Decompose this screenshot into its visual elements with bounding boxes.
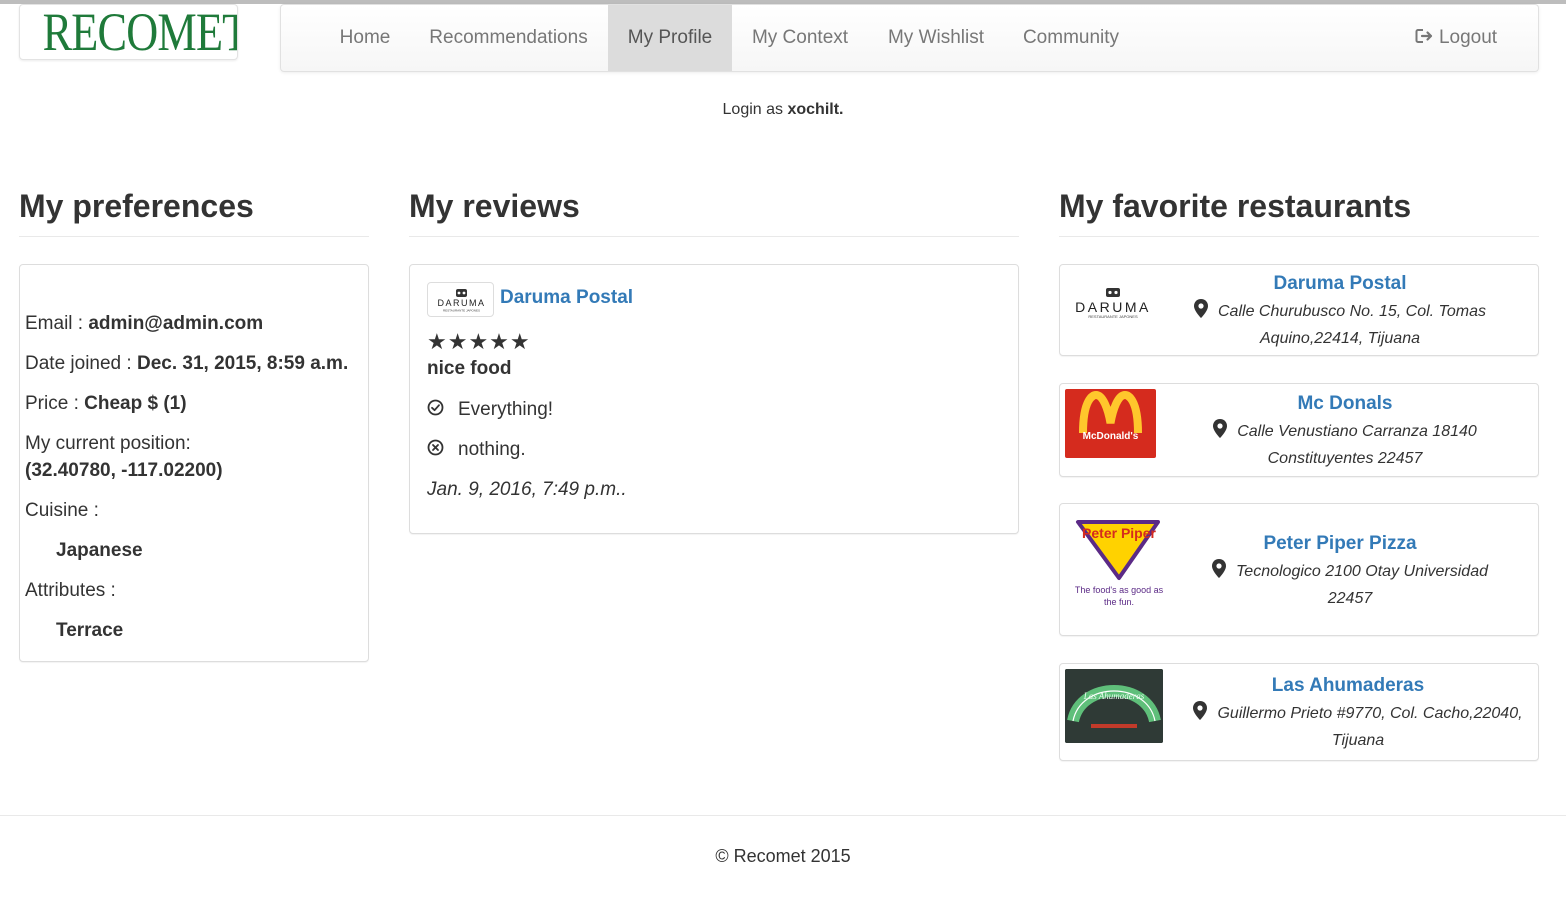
login-username: xochilt.: [787, 101, 844, 118]
main-navbar: Home Recommendations My Profile My Conte…: [280, 4, 1539, 72]
daruma-logo-word: DARUMA: [1075, 299, 1151, 315]
pref-position-label: My current position:: [25, 433, 191, 454]
map-marker-icon: [1213, 419, 1228, 439]
footer-divider: [0, 815, 1566, 816]
las-ahumaderas-icon: Las Ahumaderas: [1065, 669, 1163, 743]
logout-button[interactable]: Logout: [1396, 5, 1516, 71]
daruma-logo-sub: RESTAURANTE JAPONES: [1088, 314, 1138, 319]
preferences-title: My preferences: [19, 188, 369, 237]
pref-email-value: admin@admin.com: [88, 313, 264, 334]
daruma-logo[interactable]: DARUMA RESTAURANTE JAPONES: [1066, 283, 1161, 323]
nav-my-context[interactable]: My Context: [732, 5, 868, 71]
daruma-logo-thumb[interactable]: DARUMA RESTAURANTE JAPONES: [427, 282, 494, 317]
favorite-address: Guillermo Prieto #9770, Col. Cacho,22040…: [1188, 700, 1528, 754]
logout-icon: [1415, 28, 1433, 43]
favorite-address: Calle Churubusco No. 15, Col. Tomas Aqui…: [1190, 298, 1490, 352]
nav-my-profile[interactable]: My Profile: [608, 5, 732, 71]
favorite-address-text: Guillermo Prieto #9770, Col. Cacho,22040…: [1217, 705, 1523, 749]
favorite-name-mcdonals[interactable]: Mc Donals: [1185, 393, 1505, 415]
pref-joined-value: Dec. 31, 2015, 8:59 a.m.: [136, 353, 349, 374]
pref-cuisine-label: Cuisine :: [25, 500, 99, 521]
favorite-name-daruma[interactable]: Daruma Postal: [1180, 273, 1500, 295]
review-card: DARUMA RESTAURANTE JAPONES Daruma Postal…: [409, 264, 1019, 534]
x-circle-icon: [427, 440, 444, 456]
favorites-title: My favorite restaurants: [1059, 188, 1539, 237]
review-restaurant-link[interactable]: Daruma Postal: [500, 287, 633, 309]
favorite-address-text: Tecnologico 2100 Otay Universidad 22457: [1235, 563, 1488, 607]
pref-position-value: (32.40780, -117.02200): [25, 460, 223, 481]
reviews-title: My reviews: [409, 188, 1019, 237]
logo-text: RECOMET: [42, 4, 238, 60]
mcdonalds-logo[interactable]: McDonald's: [1065, 389, 1156, 458]
pref-price-label: Price :: [25, 393, 79, 414]
pref-joined-label: Date joined :: [25, 353, 132, 374]
pref-price-value: Cheap $ (1): [84, 393, 187, 414]
pref-email-label: Email :: [25, 313, 84, 334]
nav-community[interactable]: Community: [1004, 5, 1138, 71]
review-pros: Everything!: [427, 399, 553, 421]
map-marker-icon: [1193, 701, 1208, 721]
pref-attributes-label: Attributes :: [25, 580, 116, 601]
map-marker-icon: [1194, 299, 1208, 319]
daruma-logo-sub: RESTAURANTE JAPONES: [443, 309, 480, 313]
favorite-card: DARUMA RESTAURANTE JAPONES Daruma Postal…: [1059, 264, 1539, 356]
login-status: Login as xochilt.: [0, 101, 1566, 119]
review-date: Jan. 9, 2016, 7:49 p.m..: [427, 479, 627, 500]
favorite-address: Calle Venustiano Carranza 18140 Constitu…: [1210, 418, 1480, 472]
review-headline: nice food: [427, 358, 512, 379]
favorite-address-text: Calle Churubusco No. 15, Col. Tomas Aqui…: [1218, 303, 1486, 347]
peter-piper-logo-word: Peter Piper: [1082, 525, 1156, 541]
daruma-logo-word: DARUMA: [437, 298, 485, 308]
pref-date-joined: Date joined : Dec. 31, 2015, 8:59 a.m.: [25, 353, 348, 375]
favorite-card: McDonald's Mc Donals Calle Venustiano Ca…: [1059, 383, 1539, 477]
nav-home[interactable]: Home: [321, 5, 409, 71]
nav-recommendations[interactable]: Recommendations: [409, 5, 608, 71]
nav-my-wishlist[interactable]: My Wishlist: [868, 5, 1004, 71]
peter-piper-pizza-icon: Peter Piper The food's as good as the fu…: [1074, 520, 1164, 607]
mcdonalds-logo-word: McDonald's: [1083, 431, 1139, 442]
review-pros-text: Everything!: [458, 399, 554, 420]
review-cons-text: nothing.: [458, 439, 526, 460]
favorite-name-peter-piper[interactable]: Peter Piper Pizza: [1180, 533, 1500, 555]
daruma-logo-icon: DARUMA RESTAURANTE JAPONES: [1075, 288, 1151, 319]
peter-piper-logo[interactable]: Peter Piper The food's as good as the fu…: [1068, 516, 1170, 616]
review-cons: nothing.: [427, 439, 526, 461]
favorite-card: Peter Piper The food's as good as the fu…: [1059, 503, 1539, 636]
pref-cuisine-value: Japanese: [56, 540, 143, 561]
login-prefix: Login as: [722, 101, 784, 118]
logout-label: Logout: [1438, 27, 1498, 48]
daruma-logo-icon: DARUMA RESTAURANTE JAPONES: [437, 289, 485, 313]
pref-price: Price : Cheap $ (1): [25, 393, 187, 415]
recomet-logo[interactable]: RECOMET: [19, 4, 238, 60]
pref-email: Email : admin@admin.com: [25, 313, 263, 335]
map-marker-icon: [1211, 559, 1226, 579]
golden-arches-icon: McDonald's: [1079, 390, 1142, 442]
favorite-card: Las Ahumaderas Las Ahumaderas Guillermo …: [1059, 663, 1539, 761]
review-stars: ★★★★★: [427, 329, 531, 354]
preferences-panel: Email : admin@admin.com Date joined : De…: [19, 264, 369, 662]
favorite-name-las-ahumaderas[interactable]: Las Ahumaderas: [1188, 675, 1508, 697]
check-circle-icon: [427, 400, 444, 416]
las-ahumaderas-logo[interactable]: Las Ahumaderas: [1065, 669, 1163, 743]
favorite-address-text: Calle Venustiano Carranza 18140 Constitu…: [1237, 423, 1477, 467]
pref-attribute-value: Terrace: [56, 620, 124, 641]
favorite-address: Tecnologico 2100 Otay Universidad 22457: [1200, 558, 1500, 612]
footer-copyright: © Recomet 2015: [715, 846, 851, 866]
las-ahumaderas-logo-word: Las Ahumaderas: [1083, 691, 1145, 701]
peter-piper-tagline: The food's as good as the fun.: [1074, 585, 1164, 607]
